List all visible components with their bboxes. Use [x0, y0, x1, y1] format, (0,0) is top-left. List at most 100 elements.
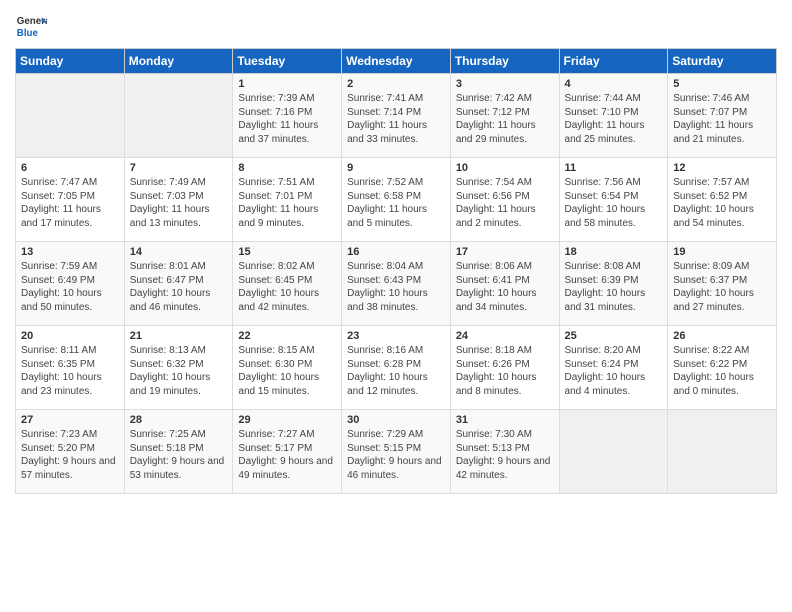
calendar-cell: 31Sunrise: 7:30 AM Sunset: 5:13 PM Dayli… — [450, 410, 559, 494]
day-info: Sunrise: 7:57 AM Sunset: 6:52 PM Dayligh… — [673, 176, 771, 230]
day-number: 29 — [238, 414, 336, 426]
day-number: 12 — [673, 162, 771, 174]
day-number: 30 — [347, 414, 445, 426]
day-number: 23 — [347, 330, 445, 342]
day-info: Sunrise: 8:22 AM Sunset: 6:22 PM Dayligh… — [673, 344, 771, 398]
day-info: Sunrise: 8:16 AM Sunset: 6:28 PM Dayligh… — [347, 344, 445, 398]
day-info: Sunrise: 7:49 AM Sunset: 7:03 PM Dayligh… — [130, 176, 228, 230]
calendar-cell — [559, 410, 668, 494]
calendar-cell: 17 Sunrise: 8:06 AM Sunset: 6:41 PM Dayli… — [450, 242, 559, 326]
calendar-cell: 16 Sunrise: 8:04 AM Sunset: 6:43 PM Dayli… — [342, 242, 451, 326]
col-header-friday: Friday — [559, 49, 668, 74]
calendar-cell: 5Sunrise: 7:46 AM Sunset: 7:07 PM Daylig… — [668, 74, 777, 158]
calendar-cell: 15Sunrise: 8:02 AM Sunset: 6:45 PM Dayli… — [233, 242, 342, 326]
col-header-saturday: Saturday — [668, 49, 777, 74]
calendar-cell: 21 Sunrise: 8:13 AM Sunset: 6:32 PM Dayli… — [124, 326, 233, 410]
calendar-cell: 6 Sunrise: 7:47 AM Sunset: 7:05 PM Daylig… — [16, 158, 125, 242]
day-number: 6 — [21, 162, 119, 174]
day-number: 5 — [673, 78, 771, 90]
week-row-3: 13 Sunrise: 7:59 AM Sunset: 6:49 PM Dayli… — [16, 242, 777, 326]
day-number: 26 — [673, 330, 771, 342]
week-row-1: 1 Sunrise: 7:39 AM Sunset: 7:16 PM Daylig… — [16, 74, 777, 158]
day-info: Sunrise: 7:41 AM Sunset: 7:14 PM Dayligh… — [347, 92, 445, 146]
day-info: Sunrise: 7:23 AM Sunset: 5:20 PM Dayligh… — [21, 428, 119, 482]
day-info: Sunrise: 7:30 AM Sunset: 5:13 PM Dayligh… — [456, 428, 554, 482]
day-number: 13 — [21, 246, 119, 258]
calendar-cell: 10 Sunrise: 7:54 AM Sunset: 6:56 PM Dayli… — [450, 158, 559, 242]
calendar-cell: 22 Sunrise: 8:15 AM Sunset: 6:30 PM Dayli… — [233, 326, 342, 410]
day-number: 14 — [130, 246, 228, 258]
calendar-cell — [668, 410, 777, 494]
day-info: Sunrise: 8:02 AM Sunset: 6:45 PM Dayligh… — [238, 260, 336, 314]
logo: General Blue — [15, 10, 47, 42]
calendar-cell: 20 Sunrise: 8:11 AM Sunset: 6:35 PM Dayli… — [16, 326, 125, 410]
col-header-wednesday: Wednesday — [342, 49, 451, 74]
day-number: 24 — [456, 330, 554, 342]
week-row-4: 20 Sunrise: 8:11 AM Sunset: 6:35 PM Dayli… — [16, 326, 777, 410]
calendar-cell: 28Sunrise: 7:25 AM Sunset: 5:18 PM Dayli… — [124, 410, 233, 494]
day-number: 11 — [565, 162, 663, 174]
svg-text:Blue: Blue — [17, 28, 39, 39]
day-number: 18 — [565, 246, 663, 258]
calendar-cell: 29 Sunrise: 7:27 AM Sunset: 5:17 PM Dayli… — [233, 410, 342, 494]
day-info: Sunrise: 7:39 AM Sunset: 7:16 PM Dayligh… — [238, 92, 336, 146]
day-number: 7 — [130, 162, 228, 174]
day-info: Sunrise: 8:15 AM Sunset: 6:30 PM Dayligh… — [238, 344, 336, 398]
day-info: Sunrise: 7:25 AM Sunset: 5:18 PM Dayligh… — [130, 428, 228, 482]
day-number: 8 — [238, 162, 336, 174]
day-info: Sunrise: 7:59 AM Sunset: 6:49 PM Dayligh… — [21, 260, 119, 314]
calendar-cell: 25Sunrise: 8:20 AM Sunset: 6:24 PM Dayli… — [559, 326, 668, 410]
day-info: Sunrise: 7:27 AM Sunset: 5:17 PM Dayligh… — [238, 428, 336, 482]
day-info: Sunrise: 7:54 AM Sunset: 6:56 PM Dayligh… — [456, 176, 554, 230]
calendar-cell — [16, 74, 125, 158]
calendar-cell: 7 Sunrise: 7:49 AM Sunset: 7:03 PM Daylig… — [124, 158, 233, 242]
calendar-cell: 18 Sunrise: 8:08 AM Sunset: 6:39 PM Dayli… — [559, 242, 668, 326]
day-number: 1 — [238, 78, 336, 90]
calendar-cell: 30Sunrise: 7:29 AM Sunset: 5:15 PM Dayli… — [342, 410, 451, 494]
calendar-cell: 1 Sunrise: 7:39 AM Sunset: 7:16 PM Daylig… — [233, 74, 342, 158]
day-info: Sunrise: 8:04 AM Sunset: 6:43 PM Dayligh… — [347, 260, 445, 314]
calendar-table: SundayMondayTuesdayWednesdayThursdayFrid… — [15, 48, 777, 494]
day-number: 22 — [238, 330, 336, 342]
day-info: Sunrise: 7:52 AM Sunset: 6:58 PM Dayligh… — [347, 176, 445, 230]
day-info: Sunrise: 7:44 AM Sunset: 7:10 PM Dayligh… — [565, 92, 663, 146]
week-row-5: 27 Sunrise: 7:23 AM Sunset: 5:20 PM Dayli… — [16, 410, 777, 494]
calendar-cell: 27 Sunrise: 7:23 AM Sunset: 5:20 PM Dayli… — [16, 410, 125, 494]
calendar-cell: 11 Sunrise: 7:56 AM Sunset: 6:54 PM Dayli… — [559, 158, 668, 242]
logo-icon: General Blue — [15, 10, 47, 42]
calendar-cell: 2 Sunrise: 7:41 AM Sunset: 7:14 PM Daylig… — [342, 74, 451, 158]
calendar-cell: 13 Sunrise: 7:59 AM Sunset: 6:49 PM Dayli… — [16, 242, 125, 326]
day-info: Sunrise: 8:09 AM Sunset: 6:37 PM Dayligh… — [673, 260, 771, 314]
calendar-cell: 24 Sunrise: 8:18 AM Sunset: 6:26 PM Dayli… — [450, 326, 559, 410]
day-number: 10 — [456, 162, 554, 174]
day-info: Sunrise: 7:51 AM Sunset: 7:01 PM Dayligh… — [238, 176, 336, 230]
calendar-cell: 4 Sunrise: 7:44 AM Sunset: 7:10 PM Daylig… — [559, 74, 668, 158]
day-info: Sunrise: 7:42 AM Sunset: 7:12 PM Dayligh… — [456, 92, 554, 146]
week-row-2: 6 Sunrise: 7:47 AM Sunset: 7:05 PM Daylig… — [16, 158, 777, 242]
calendar-cell: 23 Sunrise: 8:16 AM Sunset: 6:28 PM Dayli… — [342, 326, 451, 410]
day-number: 2 — [347, 78, 445, 90]
day-number: 21 — [130, 330, 228, 342]
day-number: 3 — [456, 78, 554, 90]
day-info: Sunrise: 7:56 AM Sunset: 6:54 PM Dayligh… — [565, 176, 663, 230]
day-info: Sunrise: 8:08 AM Sunset: 6:39 PM Dayligh… — [565, 260, 663, 314]
day-info: Sunrise: 7:47 AM Sunset: 7:05 PM Dayligh… — [21, 176, 119, 230]
day-number: 9 — [347, 162, 445, 174]
day-number: 19 — [673, 246, 771, 258]
day-number: 20 — [21, 330, 119, 342]
day-info: Sunrise: 8:18 AM Sunset: 6:26 PM Dayligh… — [456, 344, 554, 398]
day-info: Sunrise: 8:13 AM Sunset: 6:32 PM Dayligh… — [130, 344, 228, 398]
col-header-sunday: Sunday — [16, 49, 125, 74]
day-info: Sunrise: 8:11 AM Sunset: 6:35 PM Dayligh… — [21, 344, 119, 398]
calendar-cell: 8 Sunrise: 7:51 AM Sunset: 7:01 PM Daylig… — [233, 158, 342, 242]
calendar-cell: 3 Sunrise: 7:42 AM Sunset: 7:12 PM Daylig… — [450, 74, 559, 158]
calendar-cell — [124, 74, 233, 158]
day-number: 27 — [21, 414, 119, 426]
day-number: 16 — [347, 246, 445, 258]
day-number: 4 — [565, 78, 663, 90]
calendar-cell: 19 Sunrise: 8:09 AM Sunset: 6:37 PM Dayli… — [668, 242, 777, 326]
day-info: Sunrise: 8:20 AM Sunset: 6:24 PM Dayligh… — [565, 344, 663, 398]
day-info: Sunrise: 8:06 AM Sunset: 6:41 PM Dayligh… — [456, 260, 554, 314]
col-header-thursday: Thursday — [450, 49, 559, 74]
day-number: 17 — [456, 246, 554, 258]
